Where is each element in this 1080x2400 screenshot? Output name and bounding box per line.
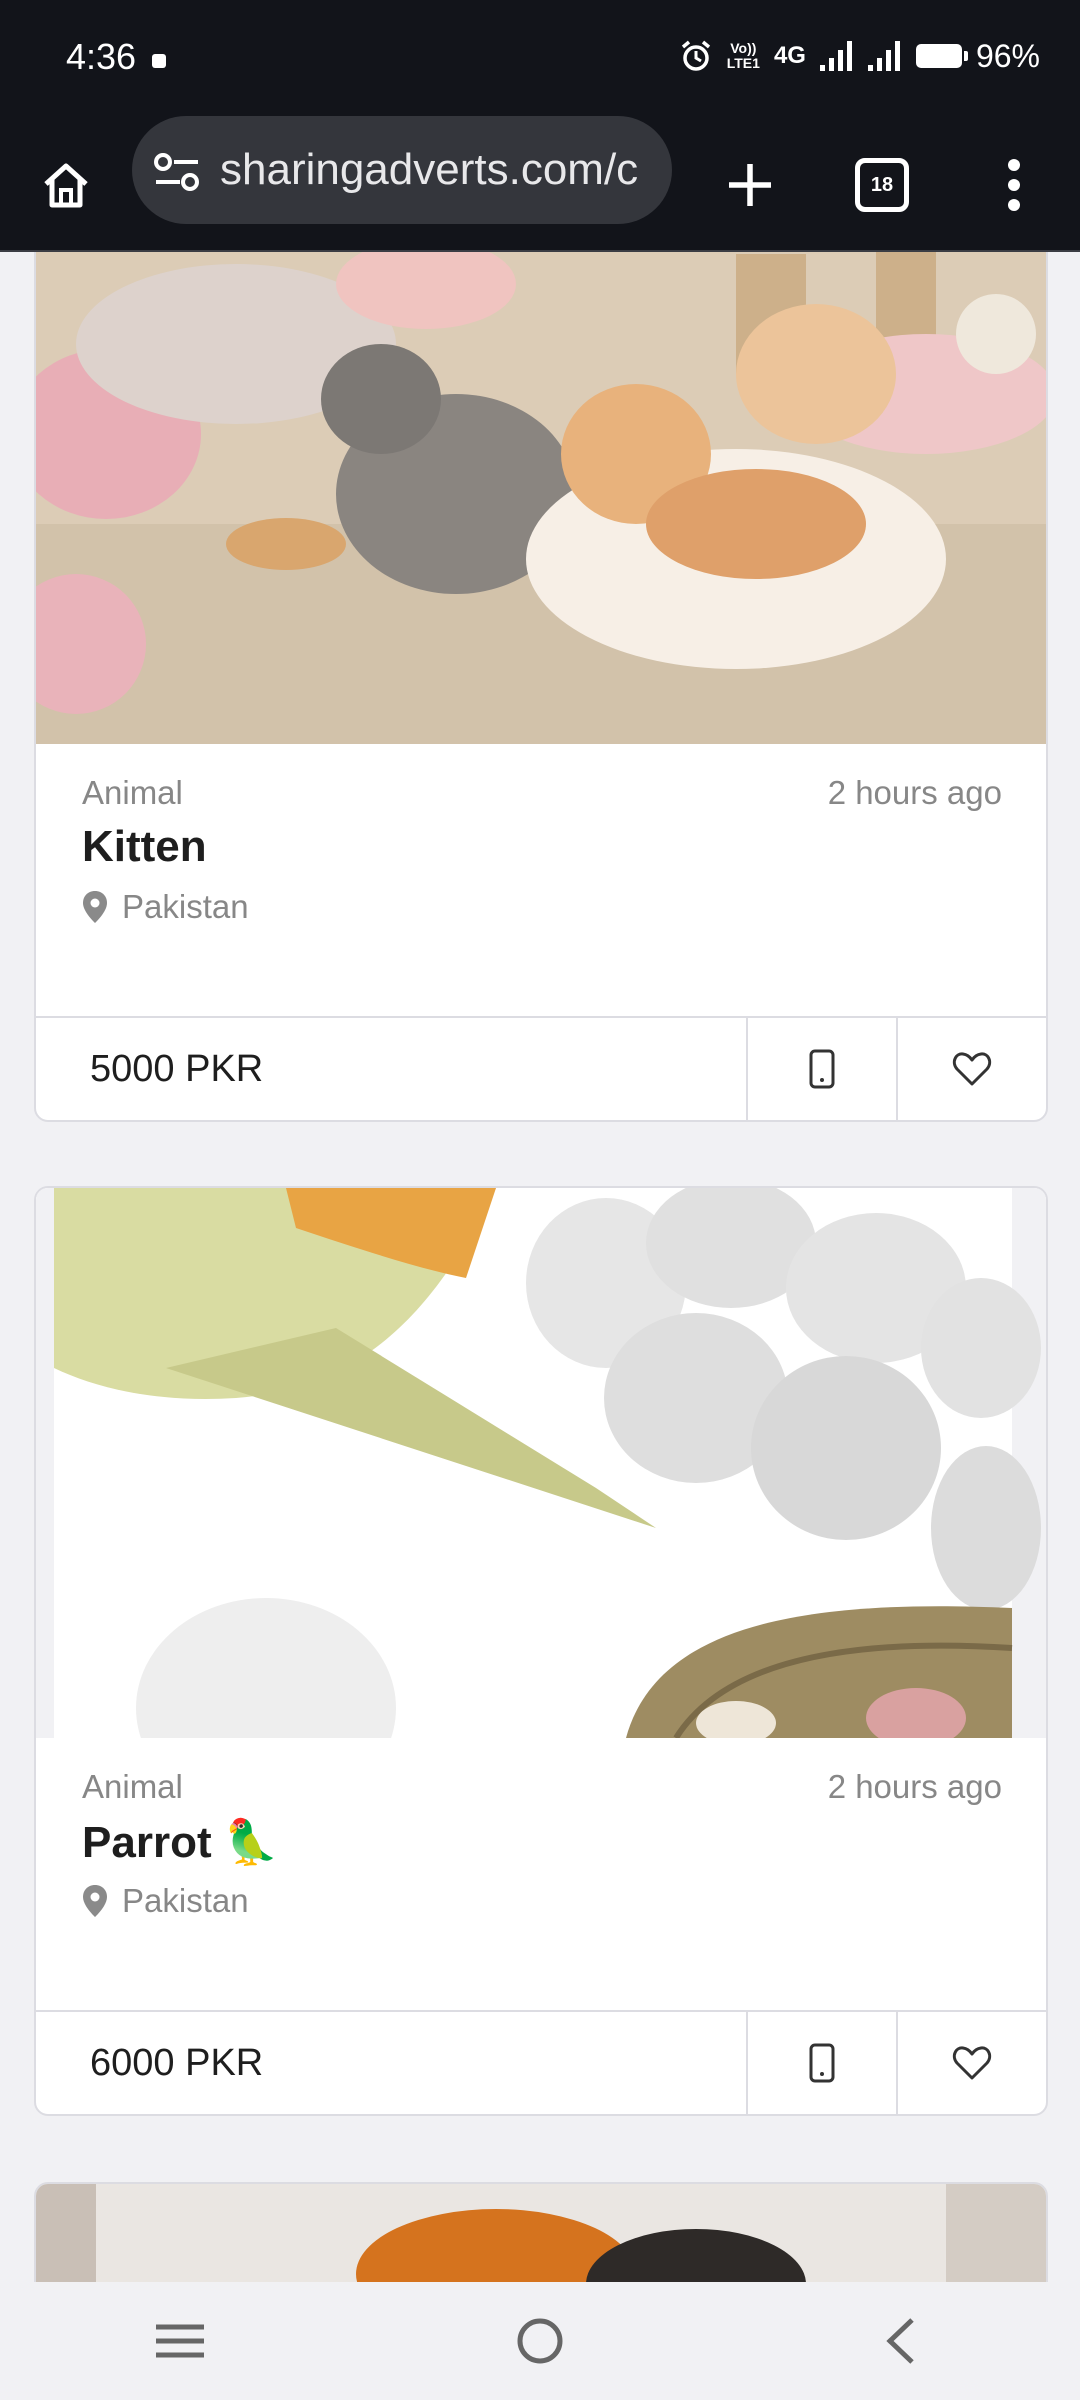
home-icon [44,163,88,208]
status-time: 4:36 [66,36,137,77]
recents-button[interactable] [110,2296,250,2386]
tab-switcher-button[interactable]: 18 [844,147,920,223]
listing-location: Pakistan [82,888,249,926]
listing-footer: 6000 PKR [36,2010,1046,2114]
phone-icon [809,1049,835,1089]
alarm-icon [681,40,710,71]
listing-photo-partial [36,2184,1046,2282]
system-nav-bar [0,2282,1080,2400]
listing-price: 5000 PKR [90,1047,264,1090]
home-nav-button[interactable] [470,2296,610,2386]
battery-percent: 96% [975,37,1040,74]
call-button[interactable] [746,2012,896,2114]
back-button[interactable] [830,2296,970,2386]
battery-icon [915,44,968,68]
notification-icon [152,54,166,68]
listing-location: Pakistan [82,1882,249,1920]
site-settings-icon[interactable] [154,152,200,192]
listing-title[interactable]: Kitten [82,822,207,872]
home-button[interactable] [28,147,104,223]
location-pin-icon [83,891,107,923]
call-button[interactable] [746,1018,896,1120]
signal-icon [819,41,852,71]
listing-card[interactable]: Animal 2 hours ago Parrot 🦜 Pakistan 600… [34,1186,1048,2116]
favorite-button[interactable] [896,1018,1046,1120]
listing-price: 6000 PKR [90,2041,264,2084]
listing-category: Animal [82,1768,183,1805]
favorite-button[interactable] [896,2012,1046,2114]
new-tab-icon [729,164,771,206]
listings-feed: Animal 2 hours ago Kitten Pakistan 5000 … [0,252,1080,2282]
listing-card[interactable] [34,2182,1048,2282]
network-type: 4G [773,42,806,69]
listing-image[interactable] [36,1188,1046,1738]
parrot-photo [36,1188,1046,1738]
volte-indicator: Vo)) LTE1 [726,40,760,71]
location-pin-icon [83,1885,107,1917]
heart-icon [952,2046,992,2080]
listing-time: 2 hours ago [827,1768,1002,1805]
listing-image[interactable] [36,2184,1046,2282]
more-options-button[interactable] [976,147,1052,223]
status-icons: Vo)) LTE1 4G 96% [679,32,1040,80]
listing-image[interactable] [36,252,1046,744]
kitten-photo [36,252,1046,744]
back-icon [886,2318,914,2364]
new-tab-button[interactable] [712,147,788,223]
status-bar: 4:36 Vo)) LTE1 4G 96% [0,0,1080,120]
listing-title[interactable]: Parrot 🦜 [82,1816,279,1868]
recents-icon [156,2324,204,2358]
url-text[interactable]: sharingadverts.com/c [220,145,650,195]
signal-icon-2 [867,41,900,71]
listing-category: Animal [82,774,183,811]
tab-switcher-icon: 18 [855,158,909,212]
listing-time: 2 hours ago [827,774,1002,811]
listing-footer: 5000 PKR [36,1016,1046,1120]
phone-icon [809,2043,835,2083]
home-circle-icon [517,2318,563,2364]
listing-card[interactable]: Animal 2 hours ago Kitten Pakistan 5000 … [34,252,1048,1122]
more-options-icon [1008,159,1020,211]
heart-icon [952,1052,992,1086]
